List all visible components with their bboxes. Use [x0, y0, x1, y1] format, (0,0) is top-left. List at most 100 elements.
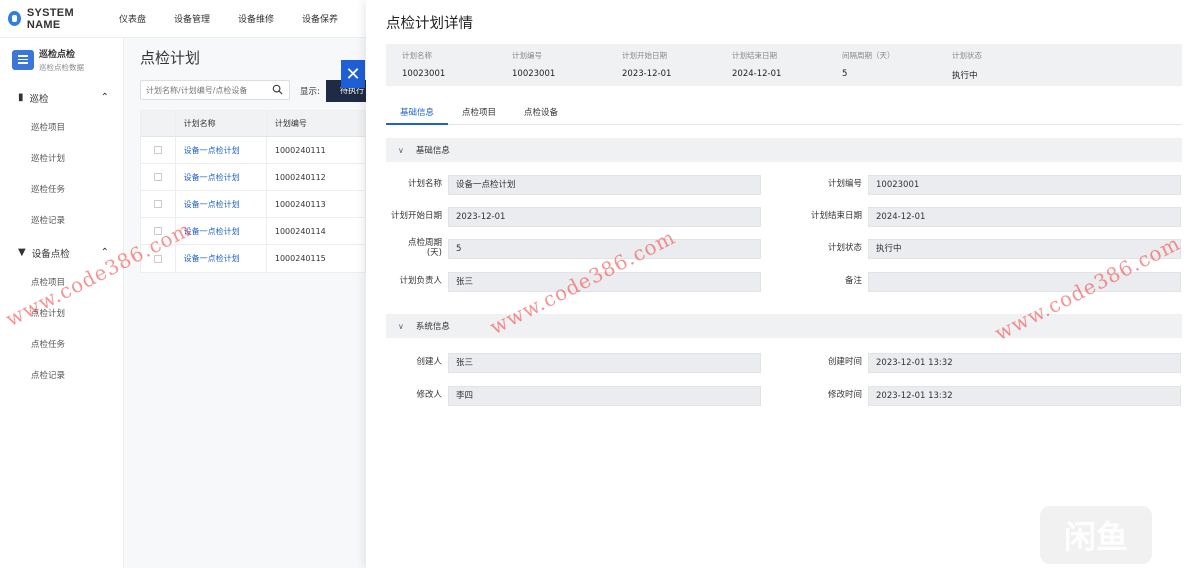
field-label: 创建时间	[827, 357, 862, 367]
row-checkbox[interactable]	[153, 254, 162, 263]
module-header[interactable]: 巡检点检 巡检点检数据	[0, 38, 123, 72]
chevron-up-icon: ⌃	[100, 247, 109, 258]
plan-table: 计划名称 计划编号 设备一点检计划 1000240111 设备一点检计划 100…	[140, 110, 366, 273]
search-input[interactable]	[141, 81, 261, 99]
main-nav: 仪表盘 设备管理 设备维修 设备保养	[99, 12, 366, 25]
table-row[interactable]: 设备一点检计划 1000240112	[141, 164, 365, 191]
field-label: 备注	[844, 276, 862, 286]
remark-field	[868, 272, 1181, 292]
sidebar-group-spotcheck[interactable]: ▼ 设备点检 ⌃	[0, 237, 123, 268]
close-icon[interactable]: ✕	[341, 60, 365, 88]
plan-name-link[interactable]: 设备一点检计划	[174, 191, 266, 217]
form-row: 计划负责人 张三 备注	[386, 272, 1182, 292]
creator-field: 张三	[448, 353, 761, 373]
start-date-field: 2023-12-01	[448, 207, 761, 227]
drawer-title: 点检计划详情	[386, 16, 473, 32]
summary-value: 10023001	[512, 69, 556, 79]
sidebar-item-spotcheck-items[interactable]: 点检项目	[0, 268, 123, 299]
summary-label: 计划开始日期	[622, 51, 667, 60]
end-date-field: 2024-12-01	[868, 207, 1181, 227]
modified-time-field: 2023-12-01 13:32	[868, 386, 1181, 406]
nav-maintenance[interactable]: 设备保养	[302, 12, 338, 25]
nav-dashboard[interactable]: 仪表盘	[119, 12, 146, 25]
sidebar-item-inspection-records[interactable]: 巡检记录	[0, 206, 123, 237]
chevron-down-icon: ∨	[398, 321, 404, 331]
form-row: 计划开始日期 2023-12-01 计划结束日期 2024-12-01	[386, 207, 1182, 227]
field-label: 修改时间	[827, 390, 862, 400]
sidebar-item-inspection-items[interactable]: 巡检项目	[0, 113, 123, 144]
table-row[interactable]: 设备一点检计划 1000240113	[141, 191, 365, 218]
sidebar-item-spotcheck-plans[interactable]: 点检计划	[0, 299, 123, 330]
row-checkbox[interactable]	[153, 227, 162, 235]
status-field: 执行中	[868, 239, 1181, 259]
table-row[interactable]: 设备一点检计划 1000240115	[141, 245, 365, 272]
summary-value: 2023-12-01	[622, 69, 672, 79]
table-row[interactable]: 设备一点检计划 1000240114	[141, 218, 365, 245]
field-label: 计划结束日期	[810, 211, 862, 221]
plan-code: 1000240115	[265, 245, 365, 272]
field-label: 创建人	[416, 357, 442, 367]
summary-label: 计划名称	[402, 51, 432, 60]
tab-check-devices[interactable]: 点检设备	[510, 100, 572, 125]
sidebar-item-inspection-tasks[interactable]: 巡检任务	[0, 175, 123, 206]
sidebar-item-spotcheck-records[interactable]: 点检记录	[0, 361, 123, 392]
module-title: 巡检点检	[39, 49, 76, 60]
summary-value: 2024-12-01	[732, 69, 782, 79]
top-bar: SYSTEM NAME 仪表盘 设备管理 设备维修 设备保养	[0, 0, 366, 38]
plan-code: 1000240113	[265, 191, 365, 217]
table-row[interactable]: 设备一点检计划 1000240111	[141, 137, 365, 164]
column-header-code[interactable]: 计划编号	[265, 111, 365, 136]
sidebar-item-inspection-plans[interactable]: 巡检计划	[0, 144, 123, 175]
field-label: 计划开始日期	[390, 211, 442, 221]
nav-equipment[interactable]: 设备管理	[174, 12, 210, 25]
plan-list-panel: 点检计划 显示: 待执行 ✕ 计划名称 计划编号 设备一点检计划 1000240…	[124, 38, 366, 568]
plan-name-link[interactable]: 设备一点检计划	[174, 218, 266, 244]
plan-name-link[interactable]: 设备一点检计划	[174, 164, 266, 190]
page-title: 点检计划	[140, 49, 201, 67]
summary-item: 计划状态 执行中	[952, 50, 1062, 86]
form-row: 点检周期 (天) 5 计划状态 执行中	[386, 238, 1182, 259]
nav-repair[interactable]: 设备维修	[238, 12, 274, 25]
summary-bar: 计划名称 10023001 计划编号 10023001 计划开始日期 2023-…	[386, 44, 1182, 86]
field-label: 修改人	[416, 390, 442, 400]
plan-code-field: 10023001	[868, 175, 1181, 195]
row-checkbox[interactable]	[153, 200, 162, 208]
summary-item: 间隔周期（天） 5	[842, 50, 952, 86]
xianyu-logo: 闲鱼	[1040, 506, 1152, 564]
summary-label: 计划编号	[512, 51, 542, 60]
tab-basic-info[interactable]: 基础信息	[386, 100, 449, 125]
field-label: 计划状态	[827, 243, 862, 253]
sidebar-group-label: 巡检	[29, 93, 49, 105]
detail-tabs: 基础信息 点检项目 点检设备	[386, 100, 1182, 125]
sidebar-item-spotcheck-tasks[interactable]: 点检任务	[0, 330, 123, 361]
show-label: 显示:	[300, 87, 320, 97]
chevron-up-icon: ⌃	[100, 92, 109, 103]
summary-item: 计划开始日期 2023-12-01	[622, 50, 732, 86]
plan-code: 1000240111	[265, 137, 365, 163]
search-box	[140, 80, 290, 100]
plan-name-field: 设备一点检计划	[448, 175, 761, 195]
section-system-info[interactable]: ∨ 系统信息	[386, 314, 1182, 338]
logo-icon	[8, 11, 21, 26]
search-icon[interactable]	[272, 84, 283, 95]
summary-item: 计划结束日期 2024-12-01	[732, 50, 842, 86]
row-checkbox[interactable]	[153, 146, 162, 154]
summary-value: 10023001	[402, 69, 446, 79]
app-logo[interactable]: SYSTEM NAME	[0, 7, 99, 31]
form-row: 计划名称 设备一点检计划 计划编号 10023001	[386, 175, 1182, 195]
document-icon: ▮	[18, 92, 24, 103]
module-subtitle: 巡检点检数据	[39, 62, 84, 72]
column-header-name[interactable]: 计划名称	[174, 111, 266, 136]
tab-check-items[interactable]: 点检项目	[448, 100, 510, 125]
row-checkbox[interactable]	[153, 173, 162, 181]
field-label: 计划编号	[827, 179, 862, 189]
plan-name-link[interactable]: 设备一点检计划	[174, 137, 266, 163]
field-label: 计划负责人	[399, 276, 442, 286]
sidebar-group-inspection[interactable]: ▮ 巡检 ⌃	[0, 82, 123, 113]
field-label: 计划名称	[407, 179, 442, 189]
summary-value: 5	[842, 69, 848, 79]
chevron-down-icon: ∨	[398, 145, 404, 155]
section-basic-info[interactable]: ∨ 基础信息	[386, 138, 1182, 162]
table-header: 计划名称 计划编号	[141, 111, 365, 137]
plan-name-link[interactable]: 设备一点检计划	[174, 245, 266, 272]
